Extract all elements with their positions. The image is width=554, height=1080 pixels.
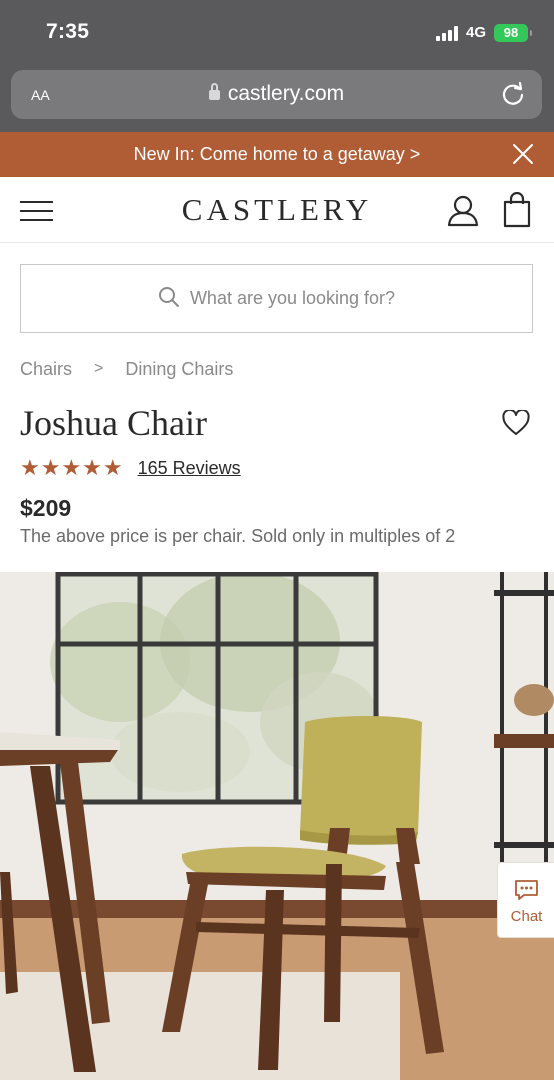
promo-banner[interactable]: New In: Come home to a getaway >: [0, 132, 554, 177]
shopping-bag-icon[interactable]: [501, 192, 533, 228]
browser-chrome: 7:35 4G 98 AA castlery.com: [0, 0, 554, 132]
status-bar: 7:35 4G 98: [0, 0, 554, 66]
reviews-link[interactable]: 165 Reviews: [138, 458, 241, 479]
heart-icon[interactable]: [502, 410, 530, 436]
battery-level: 98: [503, 25, 519, 40]
breadcrumb-separator: >: [94, 360, 104, 377]
address-bar[interactable]: AA castlery.com: [11, 70, 542, 119]
breadcrumb-dining-chairs[interactable]: Dining Chairs: [125, 359, 233, 380]
product-image[interactable]: [0, 572, 554, 1080]
battery-icon: 98: [494, 24, 532, 42]
search-icon: [158, 287, 179, 308]
status-time: 7:35: [46, 20, 90, 43]
reload-icon[interactable]: [500, 81, 526, 107]
search-input[interactable]: What are you looking for?: [20, 264, 533, 333]
network-type: 4G: [466, 24, 487, 41]
promo-text[interactable]: New In: Come home to a getaway >: [0, 144, 554, 165]
lock-icon: [208, 83, 220, 100]
breadcrumb-chairs[interactable]: Chairs: [20, 359, 72, 380]
chat-button[interactable]: Chat: [497, 862, 554, 938]
signal-icon: [436, 26, 458, 41]
product-price: $209: [20, 495, 72, 521]
close-icon[interactable]: [512, 143, 534, 165]
product-title: Joshua Chair: [20, 403, 207, 443]
product-rating: ★★★★★ 165 Reviews: [20, 455, 241, 481]
url-text: castlery.com: [227, 82, 345, 105]
search-placeholder: What are you looking for?: [189, 288, 396, 308]
product-photo-illustration: [0, 572, 554, 1080]
breadcrumb: Chairs > Dining Chairs: [20, 359, 233, 380]
site-header: CASTLERY: [0, 177, 554, 243]
chat-label: Chat: [510, 908, 543, 925]
star-rating-icon: ★★★★★: [20, 455, 124, 480]
chat-bubble-icon: [515, 880, 538, 900]
url-display[interactable]: castlery.com: [11, 82, 542, 106]
account-icon[interactable]: [446, 193, 480, 227]
price-note: The above price is per chair. Sold only …: [20, 526, 456, 546]
